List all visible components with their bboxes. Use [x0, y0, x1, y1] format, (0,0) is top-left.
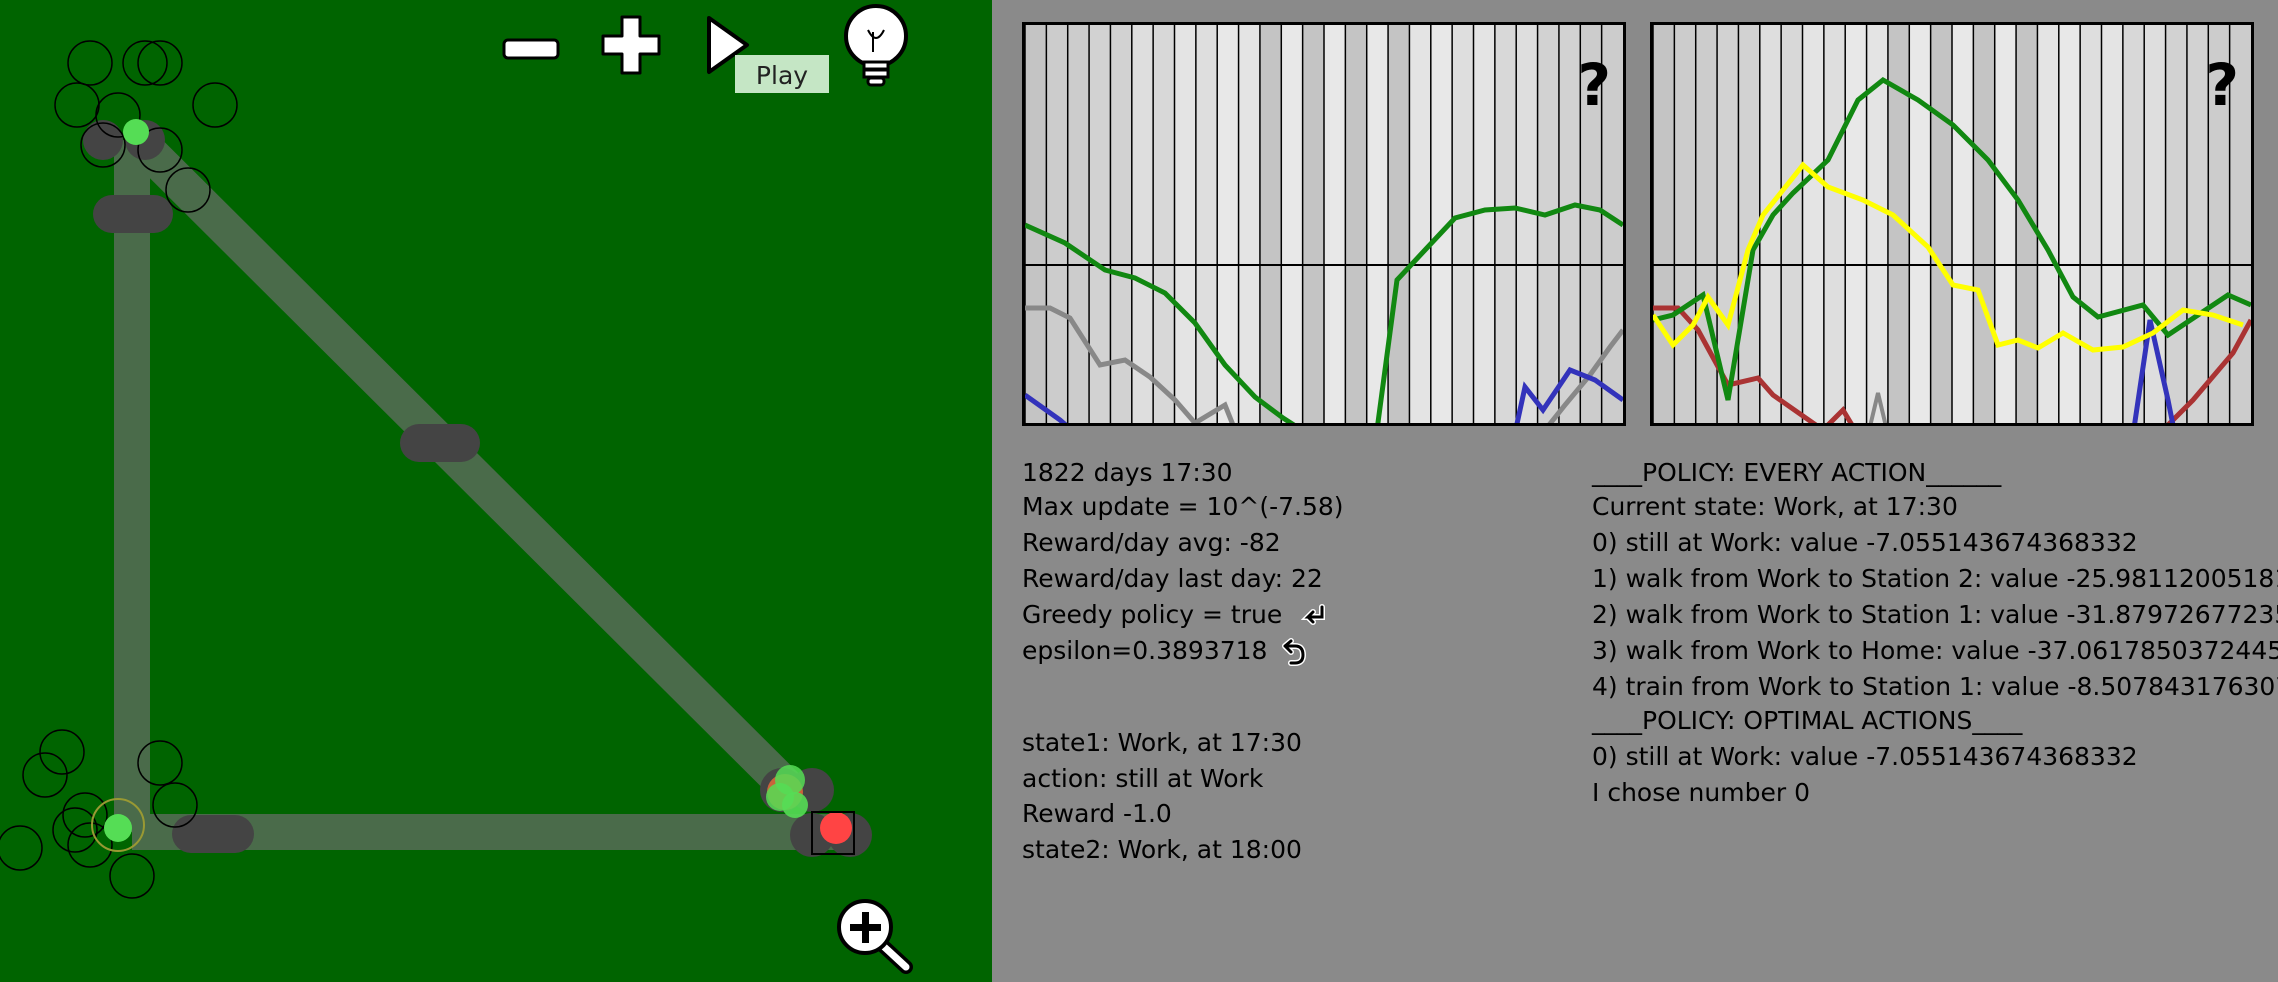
time-band [1973, 25, 1996, 423]
time-band [1195, 25, 1218, 423]
time-band [1153, 25, 1175, 423]
time-band [1238, 25, 1261, 423]
action-text: action: still at Work [1022, 764, 1264, 793]
time-band [1324, 25, 1346, 423]
hint-button[interactable] [840, 2, 912, 90]
policy-action-item: 3) walk from Work to Home: value -37.061… [1592, 636, 2278, 665]
time-band [1653, 25, 1675, 423]
time-band [2144, 25, 2167, 423]
greedy-policy-label: Greedy policy = true [1022, 600, 1283, 629]
policy-optimal-item: 0) still at Work: value -7.0551436743683… [1592, 742, 2138, 771]
chosen-action: I chose number 0 [1592, 778, 1810, 807]
policy-every-header: ____POLICY: EVERY ACTION______ [1592, 458, 2002, 487]
station-pad [172, 815, 254, 853]
policy-action-item: 2) walk from Work to Station 1: value -3… [1592, 600, 2278, 629]
max-update: Max update = 10^(-7.58) [1022, 492, 1344, 521]
agent [123, 119, 149, 145]
greedy-policy-row: Greedy policy = true [1022, 598, 1328, 632]
toggle-greedy-icon[interactable] [1298, 603, 1328, 629]
epsilon-row: epsilon=0.3893718 [1022, 634, 1307, 668]
zoom-out-button[interactable] [502, 35, 560, 65]
time-band [1217, 25, 1240, 423]
policy-optimal-header: ____POLICY: OPTIMAL ACTIONS____ [1592, 706, 2023, 735]
play-label[interactable]: Play [735, 55, 829, 93]
time-band [2080, 25, 2102, 423]
time-band [1823, 25, 1846, 423]
time-band [1452, 25, 1474, 423]
reward-last-day: Reward/day last day: 22 [1022, 564, 1323, 593]
time-band [1516, 25, 1539, 423]
time-band [1994, 25, 2017, 423]
info-panel: ? ? 1822 days 17:30 Max update = 10^(-7.… [992, 0, 2278, 982]
time-band [1388, 25, 1410, 423]
time-band [1952, 25, 1974, 423]
help-button[interactable]: ? [1577, 55, 1611, 115]
graph-plot [1653, 25, 2251, 423]
policy-action-item: 4) train from Work to Station 1: value -… [1592, 672, 2278, 701]
sim-time: 1822 days 17:30 [1022, 458, 1233, 487]
road-home-work [119, 122, 803, 803]
current-state: Current state: Work, at 17:30 [1592, 492, 1958, 521]
network-map [0, 40, 872, 899]
help-button[interactable]: ? [2205, 55, 2239, 115]
time-band [1781, 25, 1803, 423]
time-band [1909, 25, 1932, 423]
time-band [1537, 25, 1560, 423]
time-band [1259, 25, 1282, 423]
plus-icon [601, 15, 661, 75]
time-band [1302, 25, 1325, 423]
time-band [1174, 25, 1197, 423]
time-band [1131, 25, 1154, 423]
zoom-in-icon [837, 899, 913, 974]
minus-icon [502, 38, 560, 60]
time-band [2165, 25, 2188, 423]
time-band [2058, 25, 2081, 423]
time-band [1845, 25, 1868, 423]
epsilon-label: epsilon=0.3893718 [1022, 636, 1268, 665]
state2-text: state2: Work, at 18:00 [1022, 835, 1302, 864]
time-band [1067, 25, 1090, 423]
lightbulb-icon [844, 4, 908, 87]
time-band [1345, 25, 1368, 423]
time-band [1802, 25, 1825, 423]
station-pad [93, 195, 173, 233]
time-band [1409, 25, 1432, 423]
policy-action-item: 0) still at Work: value -7.0551436743683… [1592, 528, 2138, 557]
value-graph: ? [1650, 22, 2254, 426]
reward-text: Reward -1.0 [1022, 799, 1172, 828]
zoom-in-step-button[interactable] [600, 14, 662, 76]
state1-text: state1: Work, at 17:30 [1022, 728, 1302, 757]
time-band [1473, 25, 1496, 423]
agent [782, 792, 808, 818]
simulation-canvas[interactable]: Play [0, 0, 992, 982]
reward-avg: Reward/day avg: -82 [1022, 528, 1281, 557]
agent [104, 814, 132, 842]
time-band [1046, 25, 1069, 423]
station-pad [400, 424, 480, 462]
time-band [1494, 25, 1517, 423]
policy-action-item: 1) walk from Work to Station 2: value -2… [1592, 564, 2278, 593]
graph-plot [1025, 25, 1623, 423]
time-band [1674, 25, 1697, 423]
node-home [83, 120, 123, 160]
time-band [1930, 25, 1953, 423]
time-band [1281, 25, 1304, 423]
agent-alt [820, 812, 852, 844]
reset-epsilon-icon[interactable] [1277, 638, 1307, 666]
reward-graph: ? [1022, 22, 1626, 426]
time-band [2037, 25, 2060, 423]
zoom-button[interactable] [830, 895, 915, 975]
roads [114, 122, 835, 850]
time-band [2101, 25, 2124, 423]
